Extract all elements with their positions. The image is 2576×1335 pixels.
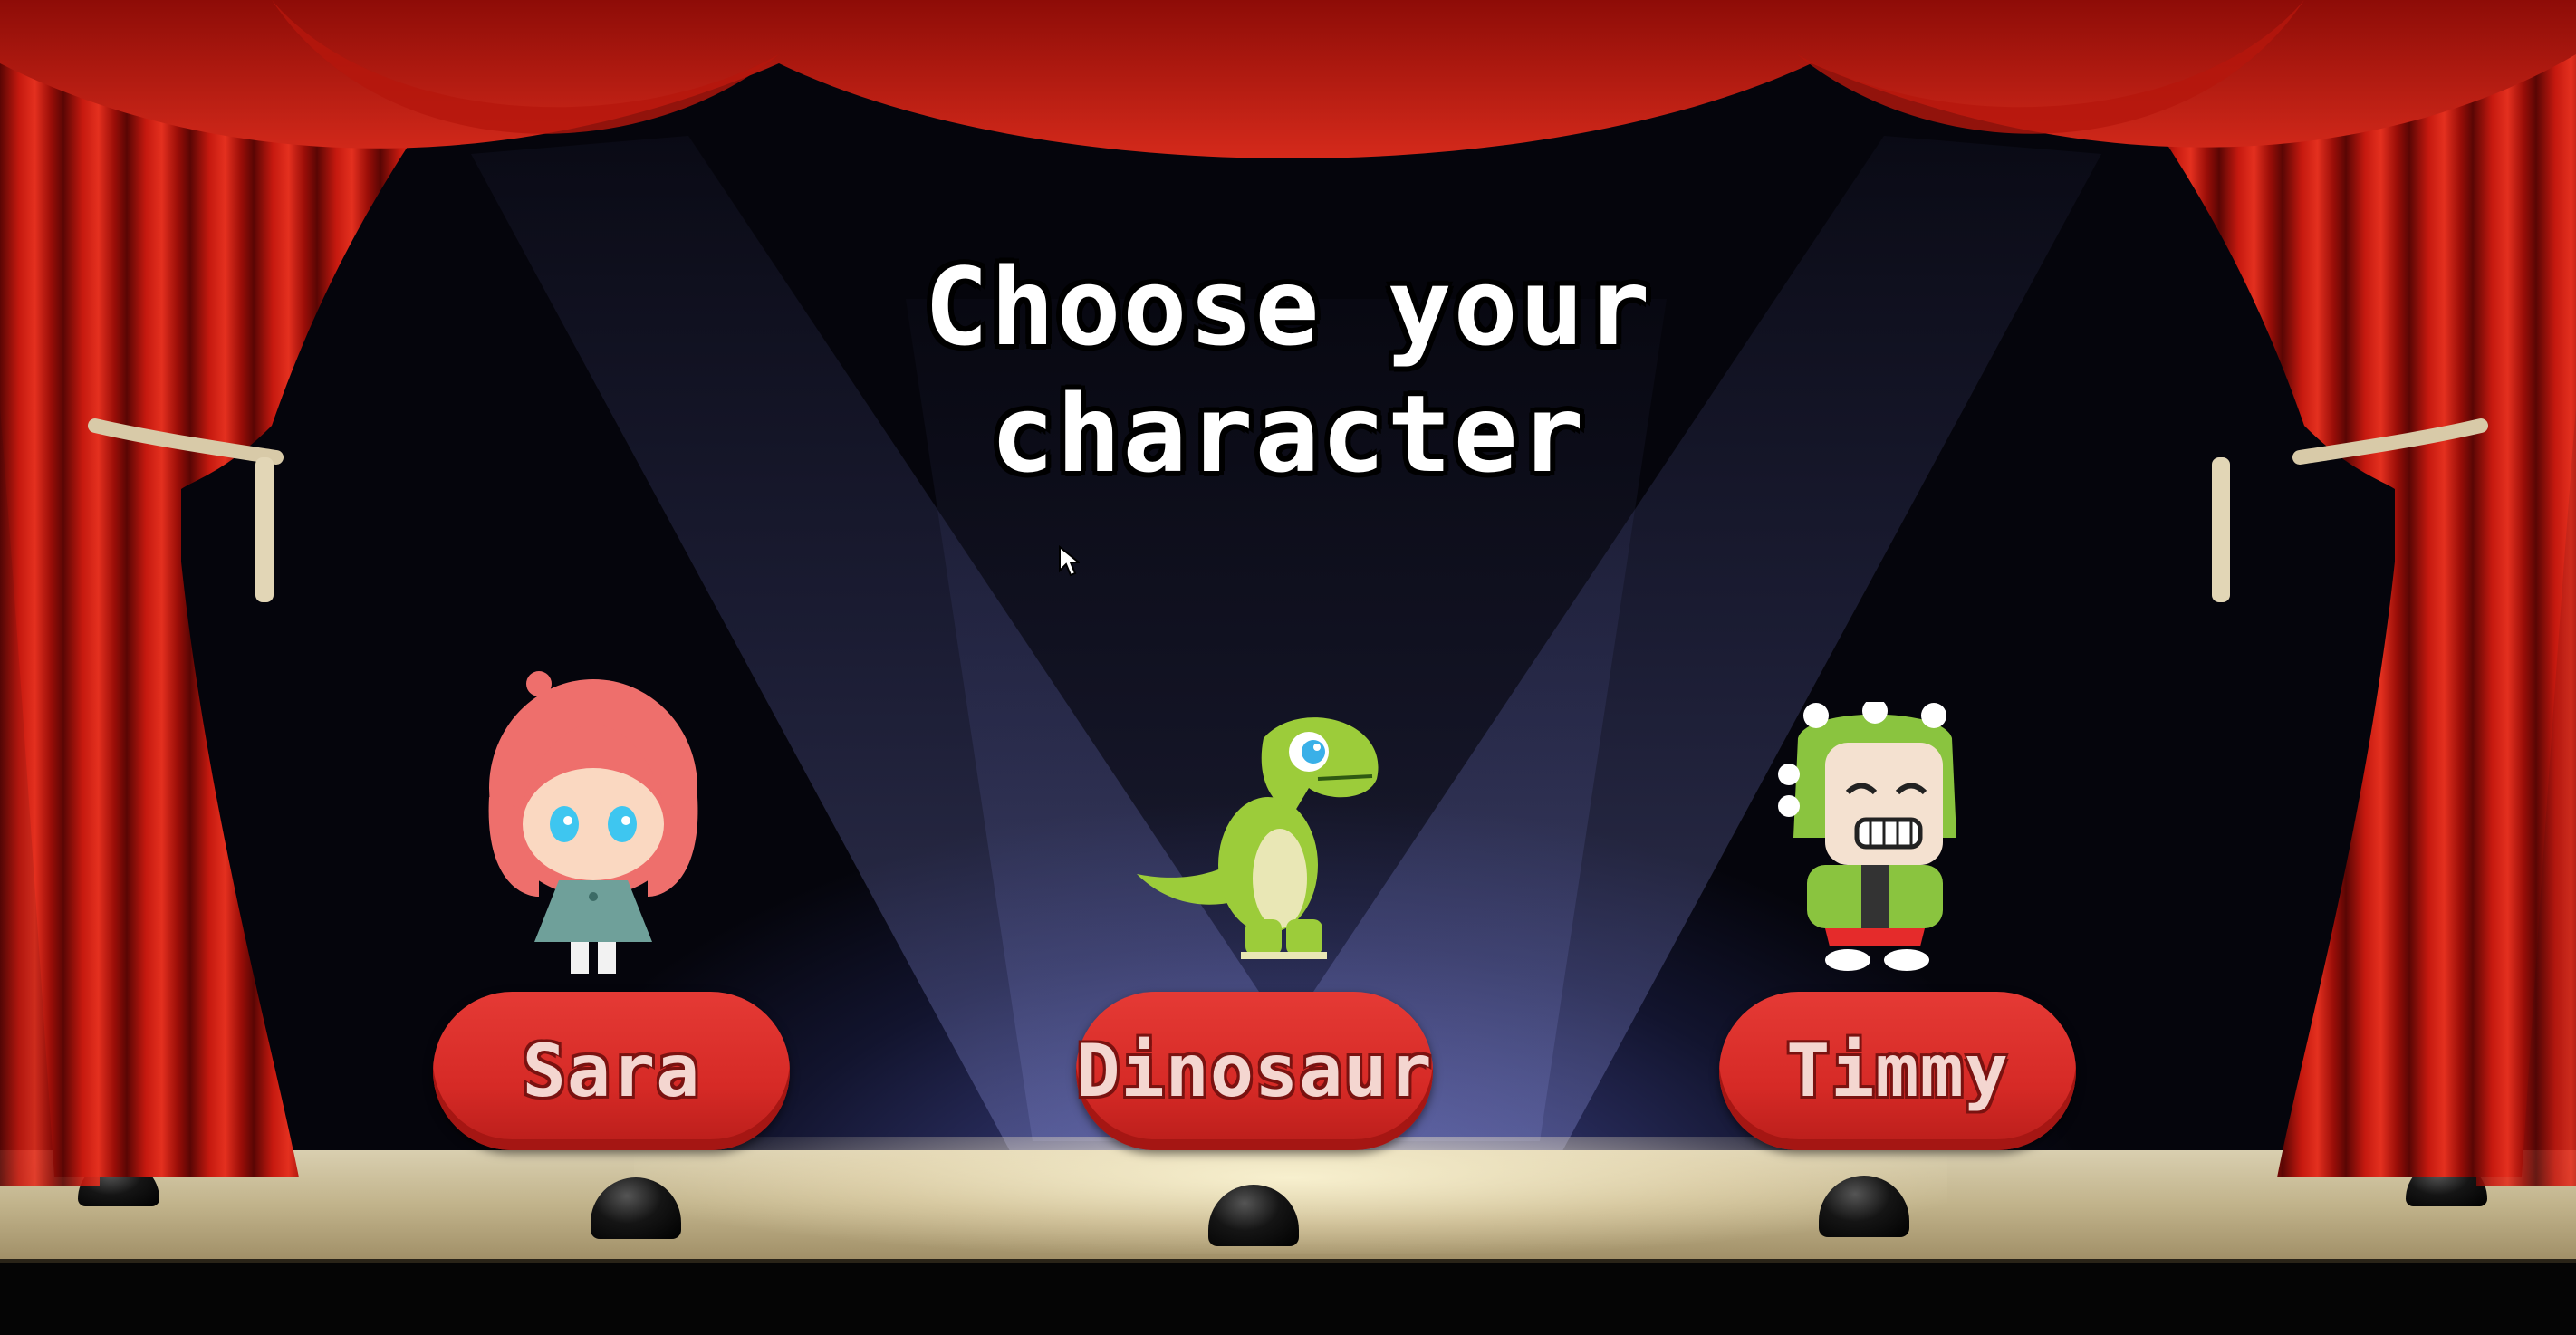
sara-button-label: Sara [522, 1029, 701, 1113]
mouse-cursor-icon [1059, 545, 1080, 577]
game-scene: Choose your character Sara Dinosaur Timm… [0, 0, 2576, 1335]
boy-in-dino-costume-icon[interactable] [1771, 702, 1979, 974]
select-sara-button[interactable]: Sara [433, 992, 790, 1150]
girl-character-icon[interactable] [485, 670, 702, 978]
select-timmy-button[interactable]: Timmy [1719, 992, 2076, 1150]
timmy-button-label: Timmy [1786, 1029, 2009, 1113]
title-line-1: Choose your [924, 245, 1652, 370]
dinosaur-character-icon[interactable] [1128, 702, 1390, 965]
select-dinosaur-button[interactable]: Dinosaur [1076, 992, 1433, 1150]
page-title: Choose your character [835, 244, 1741, 497]
title-line-2: character [990, 371, 1586, 497]
dinosaur-button-label: Dinosaur [1076, 1029, 1433, 1113]
